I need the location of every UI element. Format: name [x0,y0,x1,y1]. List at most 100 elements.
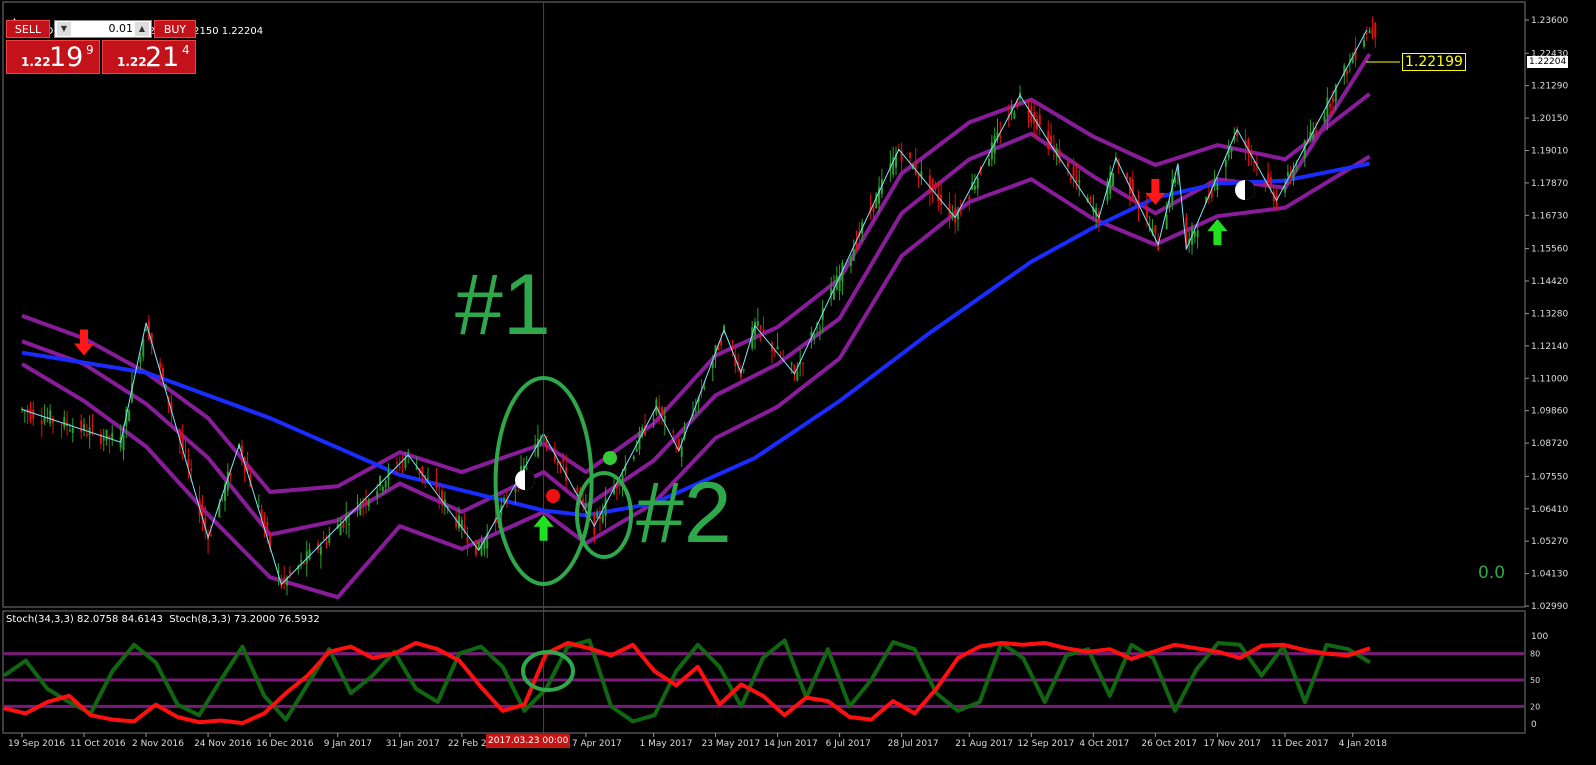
price-chart[interactable]: 805020 1.236001.224301.212901.201501.190… [0,0,1596,765]
price-tick-label: 1.09860 [1531,407,1568,417]
candle [754,317,757,350]
date-tick-label: 26 Oct 2017 [1141,739,1197,749]
price-tick-label: 1.23600 [1531,16,1568,26]
candle [934,181,937,193]
candle [40,407,43,438]
candle [954,193,957,234]
candle [319,541,322,569]
candle [66,410,69,436]
indicator-tick-label: 100 [1531,632,1548,642]
buy-button[interactable]: BUY [154,20,196,38]
candle [1078,169,1081,197]
candle [63,410,66,431]
candle [486,523,489,559]
price-tick-label: 1.08720 [1531,439,1568,449]
candle [596,508,599,519]
candle [1230,146,1233,160]
price-tick-label: 1.17870 [1531,179,1568,189]
candle [536,424,539,459]
candle [187,448,190,479]
signal-marker-half-disk [515,470,535,490]
buy-arrow-icon [1207,219,1228,246]
annotation-label-2: #2 [636,465,732,561]
signal-marker-half-disk [1235,180,1255,200]
candle [111,424,114,446]
buy-price-button[interactable]: 1.22 21 4 [102,40,196,74]
candle [1112,172,1115,187]
date-tick-label: 11 Dec 2017 [1271,739,1329,749]
lot-increase-icon[interactable]: ▲ [135,22,149,36]
price-tick-label: 1.05270 [1531,537,1568,547]
candle [1346,68,1349,84]
one-click-trading-panel: SELL ▼ 0.01 ▲ BUY 1.22 19 9 1.22 21 4 [6,20,196,76]
lot-size-value[interactable]: 0.01 [73,21,134,37]
candle [49,404,52,427]
candle [147,314,150,342]
date-tick-label: 2 Nov 2016 [132,739,184,749]
date-tick-label: 4 Jan 2018 [1339,739,1387,749]
price-tick-label: 1.21290 [1531,82,1568,92]
candle [1013,110,1016,120]
candle [128,409,131,422]
indicator-info: Stoch(34,3,3) 82.0758 84.6143 Stoch(8,3,… [6,614,320,625]
sell-button[interactable]: SELL [6,20,50,38]
candle [207,528,210,554]
candle [257,494,260,508]
candle [1038,107,1041,136]
candle [1154,225,1157,245]
candle [1131,170,1134,202]
candle [1368,27,1371,34]
candle [1089,195,1092,204]
price-tick-label: 1.13280 [1531,309,1568,319]
buy-price-prefix: 1.22 [117,55,147,69]
candle [830,276,833,307]
candle [900,142,903,173]
candle [756,307,759,328]
date-tick-label: 14 Jun 2017 [764,739,818,749]
candle [1027,99,1030,128]
candle [108,434,111,454]
lot-decrease-icon[interactable]: ▼ [57,22,71,36]
sell-price-button[interactable]: 1.22 19 9 [6,40,100,74]
lot-size-input[interactable]: ▼ 0.01 ▲ [54,20,152,38]
candle [534,434,537,457]
candle [835,266,838,291]
candle [401,455,404,475]
candle [1097,208,1100,233]
indicator-tick-label: 0 [1531,720,1537,730]
candle [976,175,979,197]
candle [83,417,86,437]
candle [52,415,55,434]
price-tick-label: 1.11000 [1531,374,1568,384]
date-tick-label: 6 Jul 2017 [826,739,871,749]
candle [801,361,804,377]
candle [1371,16,1374,40]
candle [632,454,635,462]
candle [973,173,976,194]
candle [841,259,844,296]
candle [1224,156,1227,180]
signal-dot-red [546,489,560,503]
envelope-upper-line [21,92,1371,494]
date-tick-label: 16 Dec 2016 [256,739,314,749]
sell-price-prefix: 1.22 [21,55,51,69]
candle [917,173,920,188]
date-tick-label: 4 Oct 2017 [1079,739,1129,749]
date-tick-label: 19 Sep 2016 [8,739,65,749]
candle [181,424,184,460]
candle [1148,215,1151,233]
candle [435,468,438,492]
date-tick-label: 23 May 2017 [702,739,761,749]
candle [99,429,102,449]
candle [838,264,841,301]
indicator-pane-border [2,610,1526,734]
candle [988,154,991,167]
candle [598,506,601,533]
stoch-level-label: 50 [1530,676,1540,685]
candle [474,539,477,558]
candle [26,404,29,425]
price-tick-label: 1.20150 [1531,114,1568,124]
candle [644,414,647,437]
candle [43,404,46,426]
signal-dot-green [603,451,617,465]
